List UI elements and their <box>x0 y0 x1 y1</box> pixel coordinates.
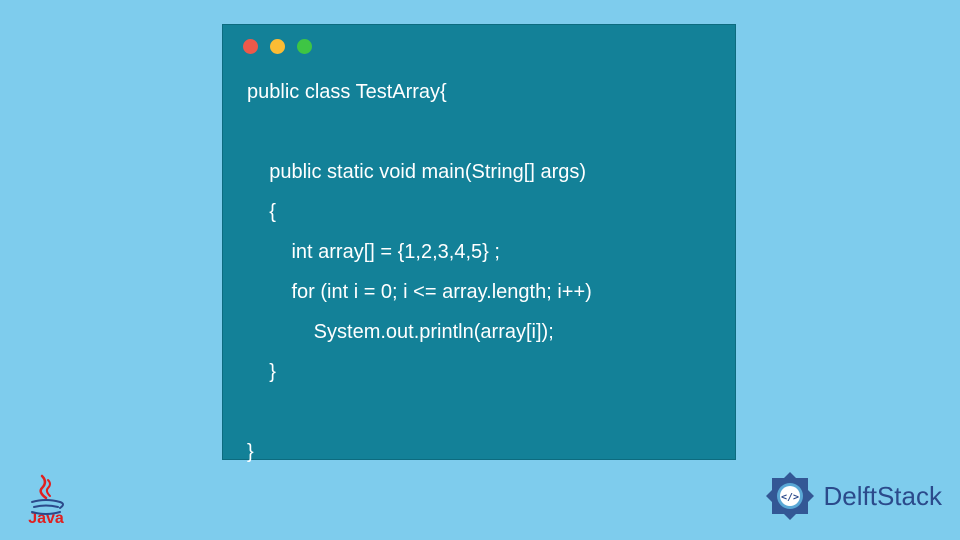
delftstack-logo: </> DelftStack <box>762 468 943 524</box>
code-block: public class TestArray{ public static vo… <box>223 62 735 472</box>
maximize-icon <box>297 39 312 54</box>
java-logo: Java <box>18 474 74 528</box>
delftstack-gear-icon: </> <box>762 468 818 524</box>
minimize-icon <box>270 39 285 54</box>
java-cup-icon <box>24 474 68 508</box>
svg-text:</>: </> <box>780 492 798 503</box>
code-window: public class TestArray{ public static vo… <box>222 24 736 460</box>
traffic-lights <box>223 25 735 62</box>
close-icon <box>243 39 258 54</box>
delftstack-logo-label: DelftStack <box>824 481 943 512</box>
